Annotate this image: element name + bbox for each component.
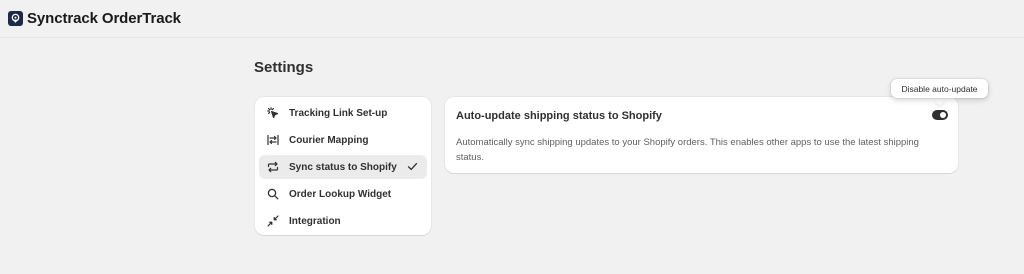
nav-item-order-lookup-widget[interactable]: Order Lookup Widget (259, 182, 427, 206)
nav-item-label: Integration (289, 215, 341, 227)
location-pin-logo-icon (8, 11, 23, 26)
auto-update-toggle[interactable] (932, 110, 948, 120)
page-title: Settings (254, 59, 314, 76)
nav-item-label: Order Lookup Widget (289, 188, 392, 200)
nav-item-label: Tracking Link Set-up (289, 107, 388, 119)
app-title: Synctrack OrderTrack (27, 10, 181, 27)
setting-description: Automatically sync shipping updates to y… (456, 137, 919, 163)
auto-update-setting-card: Auto-update shipping status to Shopify A… (445, 97, 958, 173)
settings-nav: Tracking Link Set-up Courier Mapping Syn… (255, 97, 431, 235)
setting-title: Auto-update shipping status to Shopify (456, 110, 662, 122)
nav-item-label: Sync status to Shopify (289, 161, 397, 173)
app-header: Synctrack OrderTrack (0, 0, 1024, 38)
nav-item-courier-mapping[interactable]: Courier Mapping (259, 128, 427, 152)
nav-item-label: Courier Mapping (289, 134, 369, 146)
cursor-click-icon (266, 106, 280, 120)
mapping-arrows-icon (266, 133, 280, 147)
checkmark-icon (406, 160, 419, 173)
nav-item-tracking-link-setup[interactable]: Tracking Link Set-up (259, 101, 427, 125)
search-icon (266, 187, 280, 201)
toggle-knob (940, 112, 946, 118)
connect-arrows-icon (266, 214, 280, 228)
nav-item-sync-status-to-shopify[interactable]: Sync status to Shopify (259, 155, 427, 179)
sync-arrows-icon (266, 160, 280, 174)
nav-item-integration[interactable]: Integration (259, 209, 427, 233)
toggle-tooltip: Disable auto-update (891, 79, 988, 98)
